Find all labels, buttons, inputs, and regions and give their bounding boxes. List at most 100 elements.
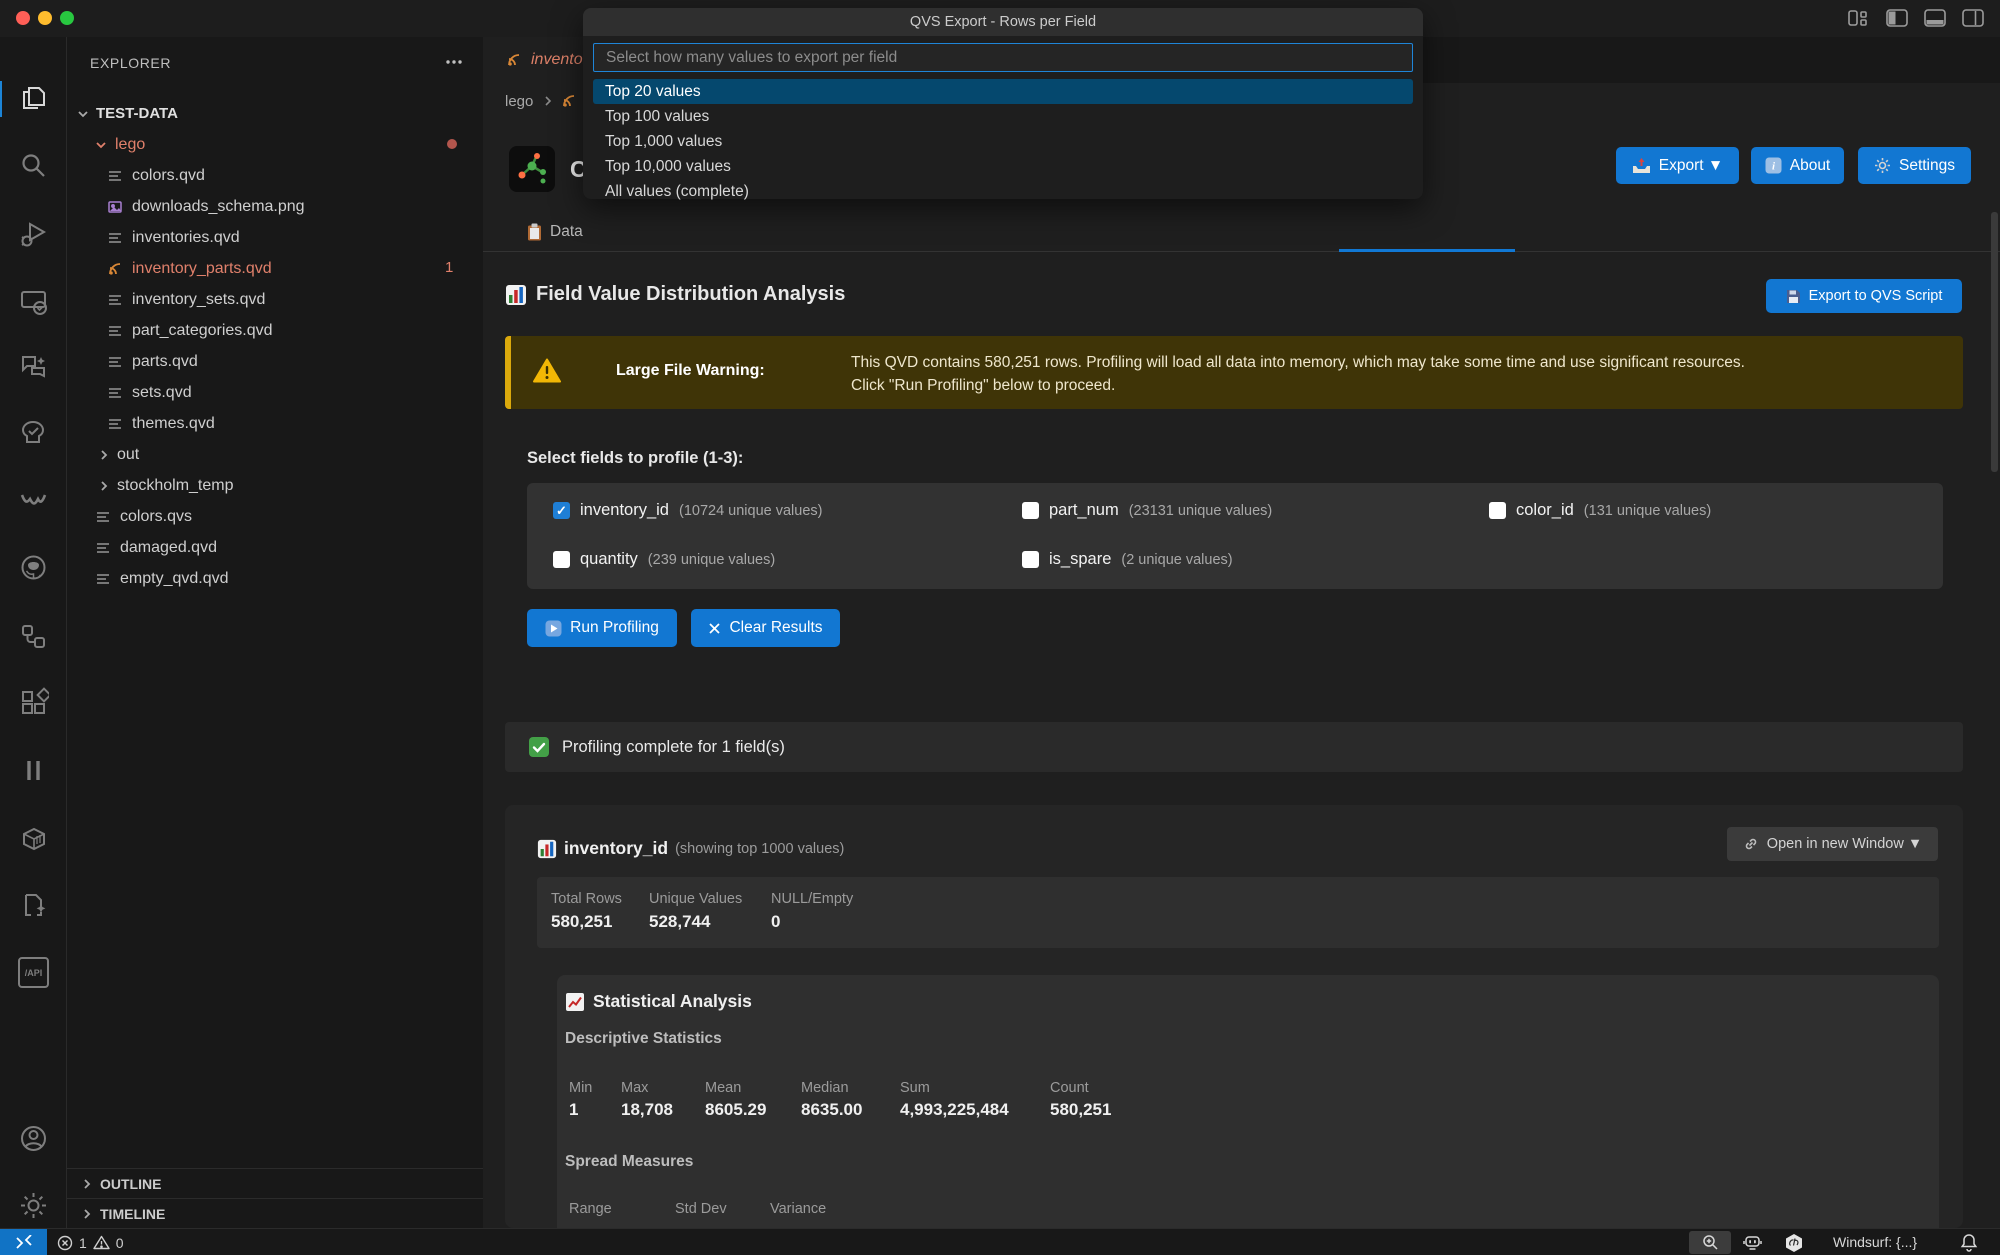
tree-folder-lego[interactable]: lego	[67, 129, 483, 160]
descriptive-statistics-title: Descriptive Statistics	[565, 1030, 722, 1048]
large-file-warning-banner: Large File Warning: This QVD contains 58…	[505, 336, 1963, 409]
workflow-icon[interactable]	[18, 621, 49, 652]
option-top-100[interactable]: Top 100 values	[593, 104, 1413, 129]
github-icon[interactable]	[18, 552, 49, 583]
chat-icon[interactable]	[18, 351, 49, 382]
about-button[interactable]: i About	[1751, 147, 1844, 184]
save-icon	[1786, 289, 1801, 304]
remote-explorer-icon[interactable]	[18, 286, 49, 317]
file-icon	[107, 323, 123, 339]
toggle-secondary-sidebar-icon[interactable]	[1962, 9, 1984, 27]
tree-file-inventory-sets-qvd[interactable]: inventory_sets.qvd	[67, 284, 483, 315]
tree-file-sets-qvd[interactable]: sets.qvd	[67, 377, 483, 408]
tree-file-parts-qvd[interactable]: parts.qvd	[67, 346, 483, 377]
tree-file-inventory-parts-qvd[interactable]: inventory_parts.qvd 1	[67, 253, 483, 284]
toggle-panel-icon[interactable]	[1924, 9, 1946, 27]
explorer-more-actions-icon[interactable]	[443, 51, 465, 73]
tree-file-themes-qvd[interactable]: themes.qvd	[67, 408, 483, 439]
option-top-20[interactable]: Top 20 values	[593, 79, 1413, 104]
checkbox-icon[interactable]	[553, 551, 570, 568]
export-qvs-button[interactable]: Export to QVS Script	[1766, 279, 1962, 313]
gear-icon	[1874, 157, 1891, 174]
tab-data[interactable]: Data	[527, 218, 583, 246]
settings-gear-icon[interactable]	[18, 1190, 49, 1221]
chevron-down-icon	[76, 107, 90, 121]
green-check-icon	[528, 736, 550, 758]
run-debug-icon[interactable]	[18, 218, 49, 249]
summary-total-rows: Total Rows 580,251	[551, 891, 622, 932]
problems-indicator[interactable]: 1 0	[57, 1229, 124, 1255]
close-window-button[interactable]	[16, 11, 30, 25]
field-checkbox-color-id[interactable]: color_id (131 unique values)	[1489, 501, 1711, 520]
tree-folder-stockholm-temp[interactable]: stockholm_temp	[67, 470, 483, 501]
outline-section[interactable]: OUTLINE	[67, 1168, 483, 1198]
toggle-primary-sidebar-icon[interactable]	[1886, 9, 1908, 27]
file-icon	[95, 509, 111, 525]
field-card-header: inventory_id (showing top 1000 values)	[537, 838, 844, 859]
tree-file-inventories-qvd[interactable]: inventories.qvd	[67, 222, 483, 253]
tree-file-colors-qvd[interactable]: colors.qvd	[67, 160, 483, 191]
status-bar: 1 0 Windsurf: {...}	[0, 1228, 2000, 1255]
close-x-icon	[708, 622, 721, 635]
tree-file-downloads-schema-png[interactable]: downloads_schema.png	[67, 191, 483, 222]
zoom-status-item[interactable]	[1689, 1231, 1731, 1254]
field-checkbox-inventory-id[interactable]: ✓ inventory_id (10724 unique values)	[553, 501, 822, 520]
clear-results-button[interactable]: Clear Results	[691, 609, 840, 647]
checkbox-icon[interactable]	[1489, 502, 1506, 519]
active-view-indicator	[0, 81, 2, 117]
remote-indicator[interactable]	[0, 1229, 47, 1255]
image-file-icon	[107, 199, 123, 215]
file-icon	[107, 385, 123, 401]
bell-icon[interactable]	[1960, 1233, 1978, 1252]
chart-increasing-icon	[565, 992, 585, 1012]
extensions-icon[interactable]	[18, 687, 49, 718]
open-in-new-window-button[interactable]: Open in new Window ▼	[1727, 827, 1938, 861]
warning-icon	[533, 358, 561, 383]
settings-button[interactable]: Settings	[1858, 147, 1971, 184]
link-icon	[1743, 836, 1759, 852]
field-checkbox-quantity[interactable]: quantity (239 unique values)	[553, 550, 775, 569]
copilot-robot-icon[interactable]	[1743, 1234, 1762, 1251]
warning-triangle-icon	[93, 1235, 110, 1250]
minimize-window-button[interactable]	[38, 11, 52, 25]
search-icon[interactable]	[18, 150, 49, 181]
option-top-1000[interactable]: Top 1,000 values	[593, 129, 1413, 154]
customize-layout-icon[interactable]	[1848, 9, 1870, 27]
tree-folder-out[interactable]: out	[67, 439, 483, 470]
clipboard-icon	[527, 223, 542, 241]
tab-bar-divider	[483, 251, 2000, 252]
pause-icon[interactable]	[18, 755, 49, 786]
account-icon[interactable]	[18, 1123, 49, 1154]
field-checkbox-is-spare[interactable]: is_spare (2 unique values)	[1022, 550, 1233, 569]
explorer-icon[interactable]	[18, 83, 49, 114]
export-tray-icon	[1632, 157, 1651, 174]
checkbox-icon[interactable]	[1022, 551, 1039, 568]
file-edit-sparkle-icon[interactable]	[18, 890, 49, 921]
windsurf-icon[interactable]	[18, 485, 49, 516]
tree-file-colors-qvs[interactable]: colors.qvs	[67, 501, 483, 532]
checkbox-icon[interactable]	[1022, 502, 1039, 519]
breadcrumb-folder[interactable]: lego	[505, 93, 533, 110]
hexagon-badge-icon[interactable]	[1784, 1233, 1804, 1253]
tree-root-test-data[interactable]: TEST-DATA	[67, 98, 483, 129]
warning-count: 0	[116, 1235, 124, 1251]
checkbox-checked-icon[interactable]: ✓	[553, 502, 570, 519]
tree-file-empty-qvd-qvd[interactable]: empty_qvd.qvd	[67, 563, 483, 594]
field-checkbox-part-num[interactable]: part_num (23131 unique values)	[1022, 501, 1272, 520]
package-icon[interactable]	[18, 823, 49, 854]
modal-title: QVS Export - Rows per Field	[583, 8, 1423, 36]
option-all-values[interactable]: All values (complete)	[593, 179, 1413, 204]
run-profiling-button[interactable]: Run Profiling	[527, 609, 677, 647]
option-top-10000[interactable]: Top 10,000 values	[593, 154, 1413, 179]
api-icon[interactable]: /API	[18, 957, 49, 988]
modal-filter-input[interactable]	[593, 43, 1413, 72]
export-button[interactable]: Export ▼	[1616, 147, 1739, 184]
tree-file-damaged-qvd[interactable]: damaged.qvd	[67, 532, 483, 563]
windsurf-status-item[interactable]: Windsurf: {...}	[1833, 1234, 1917, 1250]
warning-title: Large File Warning:	[616, 362, 765, 380]
zoom-window-button[interactable]	[60, 11, 74, 25]
scrollbar[interactable]	[1991, 212, 1998, 472]
tree-file-part-categories-qvd[interactable]: part_categories.qvd	[67, 315, 483, 346]
testing-icon[interactable]	[18, 418, 49, 449]
timeline-section[interactable]: TIMELINE	[67, 1198, 483, 1228]
